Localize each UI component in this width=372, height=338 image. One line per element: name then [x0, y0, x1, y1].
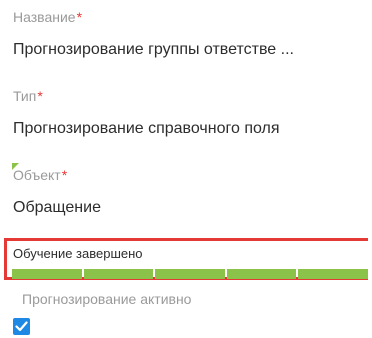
required-marker: *: [61, 167, 68, 183]
training-status-text: Обучение завершено: [13, 246, 143, 261]
prediction-active-label: Прогнозирование активно: [22, 291, 192, 307]
name-field-label: Название*: [13, 8, 368, 26]
type-field[interactable]: Тип* Прогнозирование справочного поля: [13, 87, 368, 139]
prediction-active-checkbox[interactable]: [13, 318, 30, 335]
object-field[interactable]: Объект* Обращение: [12, 163, 368, 218]
object-field-label: Объект*: [13, 166, 368, 184]
progress-segment: [83, 269, 154, 279]
progress-segment: [155, 269, 225, 279]
checkmark-icon: [15, 321, 28, 332]
progress-segment: [226, 269, 297, 279]
corner-indicator-icon: [12, 163, 19, 170]
object-label-text: Объект: [13, 167, 61, 183]
required-marker: *: [76, 9, 83, 25]
type-field-label: Тип*: [13, 87, 368, 105]
progress-segment: [12, 269, 82, 279]
type-input[interactable]: Прогнозирование справочного поля: [13, 119, 368, 139]
name-field[interactable]: Название* Прогнозирование группы ответст…: [13, 8, 368, 60]
progress-segment: [298, 269, 368, 279]
name-label-text: Название: [13, 9, 76, 25]
type-label-text: Тип: [13, 88, 37, 104]
object-input[interactable]: Обращение: [13, 198, 368, 218]
training-progress-bar: [12, 269, 368, 279]
required-marker: *: [37, 88, 43, 104]
training-status-box: Обучение завершено: [4, 238, 368, 280]
name-input[interactable]: Прогнозирование группы ответстве ...: [13, 40, 368, 60]
